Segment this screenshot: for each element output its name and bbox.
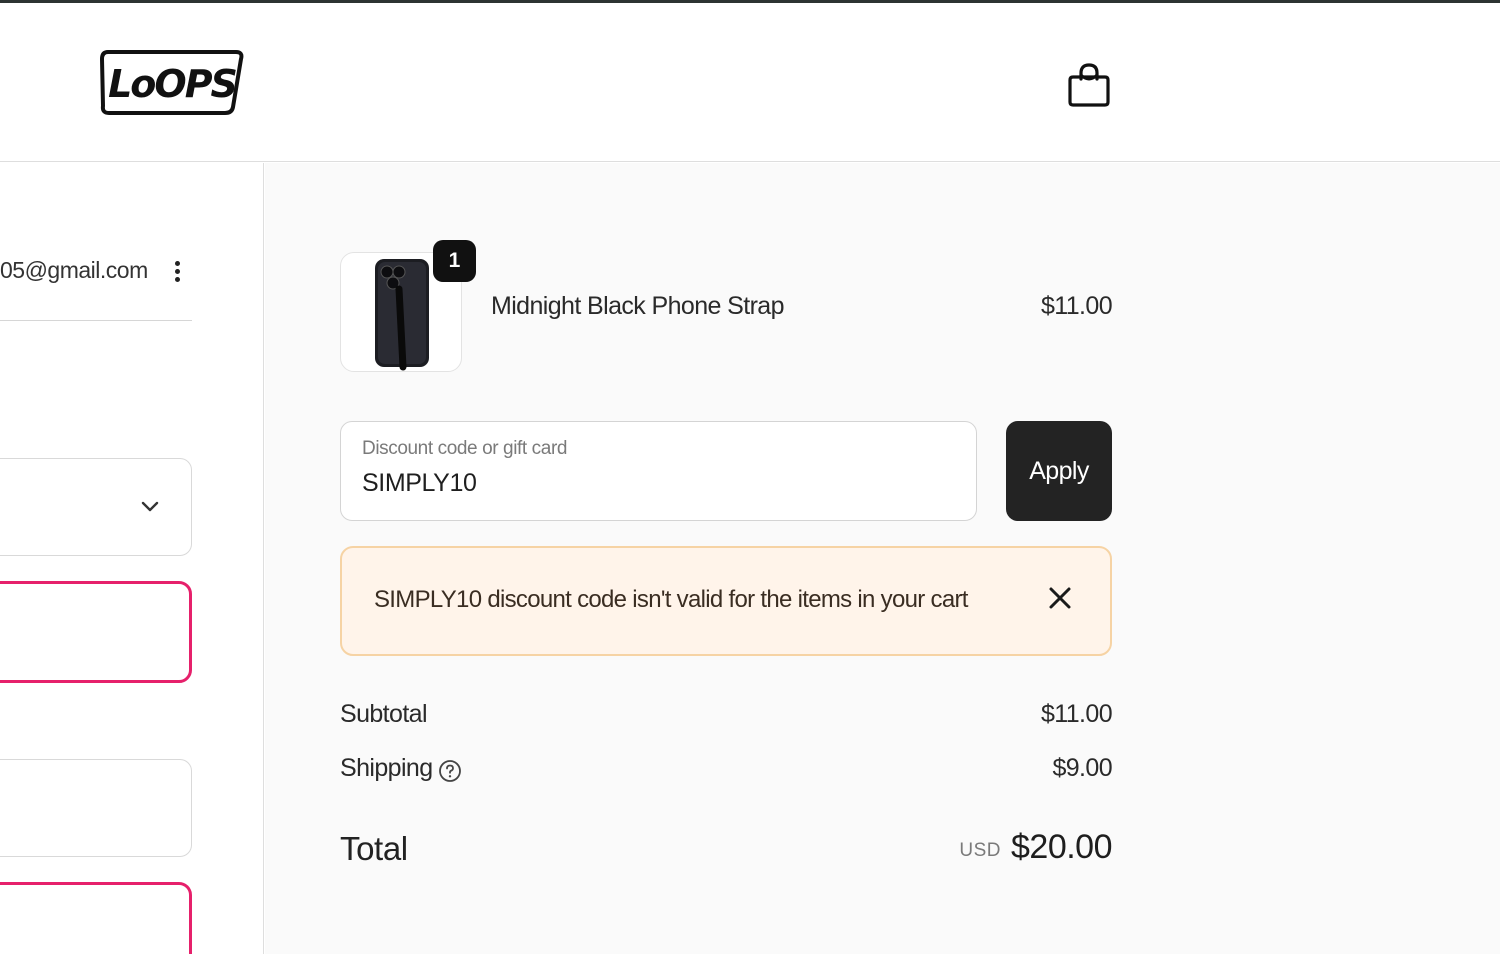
quantity-badge: 1 [433, 240, 476, 282]
site-header: LoOPS [0, 3, 1500, 162]
checkout-form-column: 05@gmail.com [0, 163, 264, 954]
total-label: Total [340, 830, 408, 867]
product-name: Midnight Black Phone Strap [491, 292, 785, 320]
discount-field-label: Discount code or gift card [362, 438, 568, 459]
chevron-down-icon [141, 501, 159, 512]
required-field-error[interactable] [0, 581, 192, 683]
discount-input[interactable] [362, 469, 952, 498]
close-icon[interactable] [1042, 580, 1078, 616]
subtotal-value: $11.00 [1040, 700, 1113, 728]
logo-text: LoOPS [108, 62, 236, 106]
currency-code: USD [959, 840, 1001, 861]
product-price: $11.00 [1040, 292, 1113, 320]
shipping-value: $9.00 [1052, 754, 1112, 782]
total-value: $20.00 [1011, 828, 1113, 866]
shopping-bag-icon[interactable] [1066, 59, 1112, 109]
loops-logo[interactable]: LoOPS [99, 47, 245, 117]
shipping-label: Shipping [340, 754, 433, 782]
apply-discount-button[interactable]: Apply [1006, 421, 1112, 521]
discount-field[interactable]: Discount code or gift card [340, 421, 977, 521]
country-select[interactable] [0, 458, 192, 556]
subtotal-label: Subtotal [340, 700, 428, 728]
contact-divider [0, 320, 192, 321]
more-vertical-icon[interactable] [166, 257, 188, 287]
contact-email: 05@gmail.com [0, 257, 148, 283]
address-field[interactable] [0, 759, 192, 857]
total-amount: USD $20.00 [880, 828, 1112, 867]
discount-error-message: SIMPLY10 discount code isn't valid for t… [374, 586, 968, 613]
question-circle-icon[interactable] [438, 759, 462, 783]
discount-error-banner: SIMPLY10 discount code isn't valid for t… [340, 546, 1112, 656]
required-field-error-2[interactable] [0, 882, 192, 954]
